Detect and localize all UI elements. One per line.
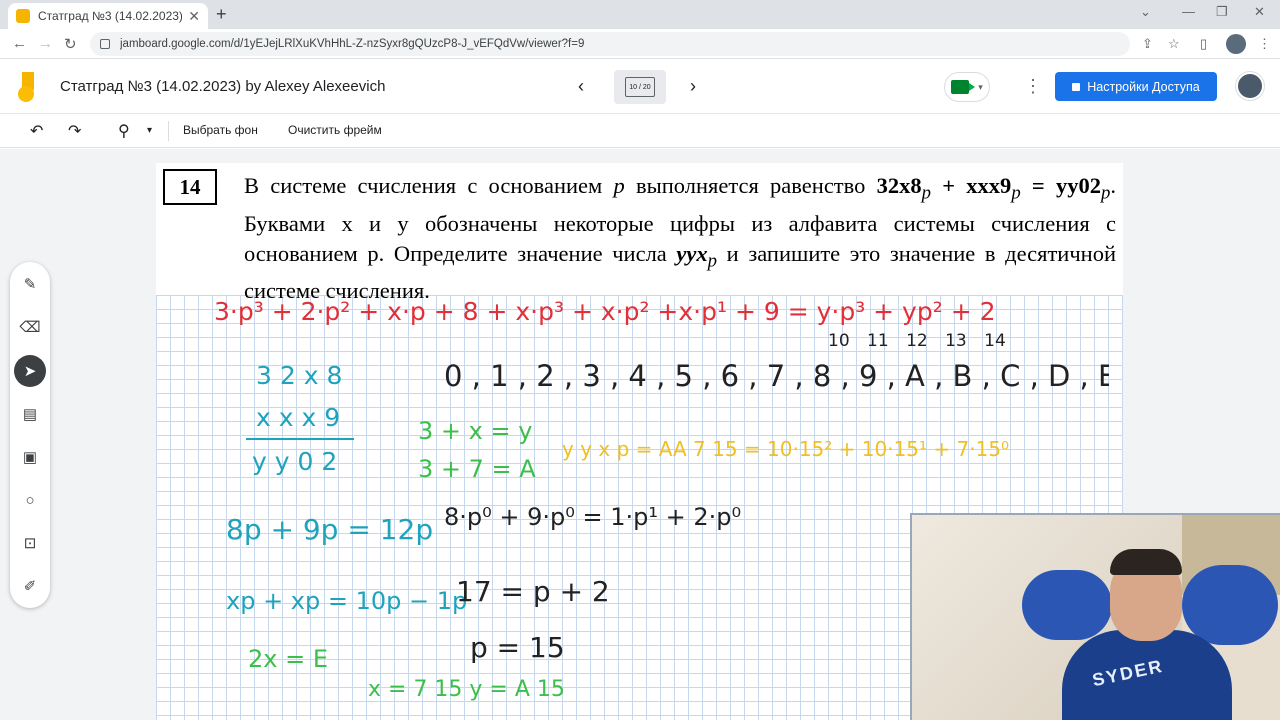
handwritten-equation: 3 + 7 = A xyxy=(418,455,536,483)
cursor-icon: ➤ xyxy=(23,363,37,380)
chevron-down-icon[interactable]: ⌄ xyxy=(1140,4,1151,20)
pen-tool[interactable]: ✎ xyxy=(14,268,46,300)
problem-text-part: В системе счисления с основанием xyxy=(244,173,614,198)
frame-indicator: 10 / 20 xyxy=(625,77,655,97)
target-number: yyx xyxy=(676,240,708,266)
text-box-tool[interactable]: ⊡ xyxy=(14,527,46,559)
next-frame-icon[interactable]: › xyxy=(690,76,696,97)
url-field[interactable]: jamboard.google.com/d/1yEJejLRlXuKVhHhL-… xyxy=(90,32,1130,56)
equation-base: p xyxy=(1011,182,1021,204)
forward-arrow-icon[interactable]: → xyxy=(38,35,53,52)
equation-base: p xyxy=(921,182,931,204)
browser-tab[interactable]: Статград №3 (14.02.2023) by Ale ✕ xyxy=(8,3,208,29)
toolbar-divider xyxy=(168,121,169,141)
text-box-icon: ⊡ xyxy=(23,535,37,552)
handwritten-equation: 17 = p + 2 xyxy=(456,575,610,608)
browser-profile-avatar[interactable] xyxy=(1226,34,1246,54)
problem-text-part: выполняется равенство xyxy=(624,173,877,198)
handwritten-answer: x = 7 15 y = A 15 xyxy=(368,677,565,702)
handwritten-alphabet: 0 , 1 , 2 , 3 , 4 , 5 , 6 , 7 , 8 , 9 , … xyxy=(444,359,1109,393)
close-icon[interactable]: ✕ xyxy=(188,8,200,25)
handwritten-column-2: x x x 9 xyxy=(256,403,341,432)
url-text: jamboard.google.com/d/1yEJejLRlXuKVhHhL-… xyxy=(120,38,585,50)
tool-palette: ✎ ⌫ ➤ ▤ ▣ ○ ⊡ ✐ xyxy=(10,262,50,608)
browser-tabstrip: Статград №3 (14.02.2023) by Ale ✕ + ⌄ — … xyxy=(0,0,1280,29)
webcam-person-hair xyxy=(1110,549,1182,575)
share-button-label: Настройки Доступа xyxy=(1087,79,1200,94)
image-icon: ▣ xyxy=(22,449,38,466)
clear-frame-button[interactable]: Очистить фрейм xyxy=(288,123,382,137)
eraser-tool[interactable]: ⌫ xyxy=(14,311,46,343)
close-window-icon[interactable]: ✕ xyxy=(1254,4,1265,20)
browser-menu-icon[interactable]: ⋮ xyxy=(1258,36,1271,52)
image-tool[interactable]: ▣ xyxy=(14,441,46,473)
set-background-button[interactable]: Выбрать фон xyxy=(183,123,258,137)
laser-tool[interactable]: ✐ xyxy=(14,570,46,602)
back-arrow-icon[interactable]: ← xyxy=(12,35,27,52)
jamboard-logo-icon xyxy=(18,72,40,102)
reload-icon[interactable]: ↻ xyxy=(64,35,77,53)
handwritten-answer-conversion: y y x p = AA 7 15 = 10·15² + 10·15¹ + 7·… xyxy=(562,437,1010,461)
minimize-icon[interactable]: — xyxy=(1182,4,1195,19)
webcam-overlay: SYDER xyxy=(910,513,1280,720)
zoom-dropdown-icon[interactable]: ▾ xyxy=(147,125,152,136)
document-title[interactable]: Статград №3 (14.02.2023) by Alexey Alexe… xyxy=(60,78,385,95)
tab-title: Статград №3 (14.02.2023) by Ale xyxy=(38,9,183,23)
editor-toolbar: ↶ ↷ ⚲ ▾ Выбрать фон Очистить фрейм xyxy=(0,114,1280,148)
handwritten-expansion: 3·p³ + 2·p² + x·p + 8 + x·p³ + x·p² +x·p… xyxy=(214,297,996,326)
app-header: Статград №3 (14.02.2023) by Alexey Alexe… xyxy=(0,60,1280,114)
account-avatar[interactable] xyxy=(1236,72,1264,100)
redo-icon[interactable]: ↷ xyxy=(68,121,81,141)
target-base: p xyxy=(707,250,718,271)
laser-icon: ✐ xyxy=(23,578,37,595)
jamboard-favicon-icon xyxy=(16,9,30,23)
address-bar: ← → ↻ jamboard.google.com/d/1yEJejLRlXuK… xyxy=(0,29,1280,59)
frame-bar-button[interactable]: 10 / 20 xyxy=(614,70,666,104)
select-tool[interactable]: ➤ xyxy=(14,355,46,387)
handwritten-equation: xp + xp = 10p − 1p xyxy=(226,587,468,615)
meet-button[interactable]: ▾ xyxy=(944,72,990,102)
handwritten-equation: p = 15 xyxy=(470,631,565,664)
problem-text: В системе счисления с основанием p выпол… xyxy=(244,171,1116,306)
undo-icon[interactable]: ↶ xyxy=(30,121,43,141)
lock-icon xyxy=(1072,82,1081,91)
sticky-note-icon: ▤ xyxy=(22,406,38,423)
sticky-note-tool[interactable]: ▤ xyxy=(14,398,46,430)
lock-icon xyxy=(100,39,110,49)
webcam-person-arm xyxy=(1182,565,1278,645)
meet-icon xyxy=(951,80,976,94)
webcam-person-arm xyxy=(1022,570,1112,640)
equation-term: 32x8 xyxy=(876,173,922,198)
handwritten-equation: 3 + x = y xyxy=(418,417,533,445)
zoom-icon[interactable]: ⚲ xyxy=(118,121,130,141)
handwritten-equation: 2x = E xyxy=(248,645,329,673)
handwritten-column-1: 3 2 x 8 xyxy=(256,361,343,390)
handwritten-equation: 8·p⁰ + 9·p⁰ = 1·p¹ + 2·p⁰ xyxy=(444,503,742,531)
handwritten-digit-labels: 10 11 12 13 14 xyxy=(828,331,1006,351)
eraser-icon: ⌫ xyxy=(19,319,41,336)
equation-term: = yy02 xyxy=(1020,173,1102,198)
side-panel-icon[interactable]: ▯ xyxy=(1200,36,1207,52)
more-options-icon[interactable]: ⋮ xyxy=(1024,76,1042,97)
pen-icon: ✎ xyxy=(23,276,37,293)
equation-term: + xxx9 xyxy=(930,173,1012,198)
chevron-down-icon: ▾ xyxy=(978,81,983,92)
previous-frame-icon[interactable]: ‹ xyxy=(578,76,584,97)
handwritten-sum: 8p + 9p = 12p xyxy=(226,513,434,546)
maximize-icon[interactable]: ❐ xyxy=(1216,4,1228,20)
problem-variable: p xyxy=(613,173,625,198)
circle-icon: ○ xyxy=(25,491,35,509)
sum-line xyxy=(246,438,354,440)
new-tab-icon[interactable]: + xyxy=(216,4,227,25)
share-page-icon[interactable]: ⇪ xyxy=(1142,36,1153,52)
problem-number: 14 xyxy=(163,169,217,205)
handwritten-column-result: y y 0 2 xyxy=(252,447,338,476)
bookmark-star-icon[interactable]: ☆ xyxy=(1168,36,1180,52)
equation-base: p xyxy=(1101,182,1111,204)
shape-tool[interactable]: ○ xyxy=(14,484,46,516)
share-button[interactable]: Настройки Доступа xyxy=(1055,72,1217,101)
